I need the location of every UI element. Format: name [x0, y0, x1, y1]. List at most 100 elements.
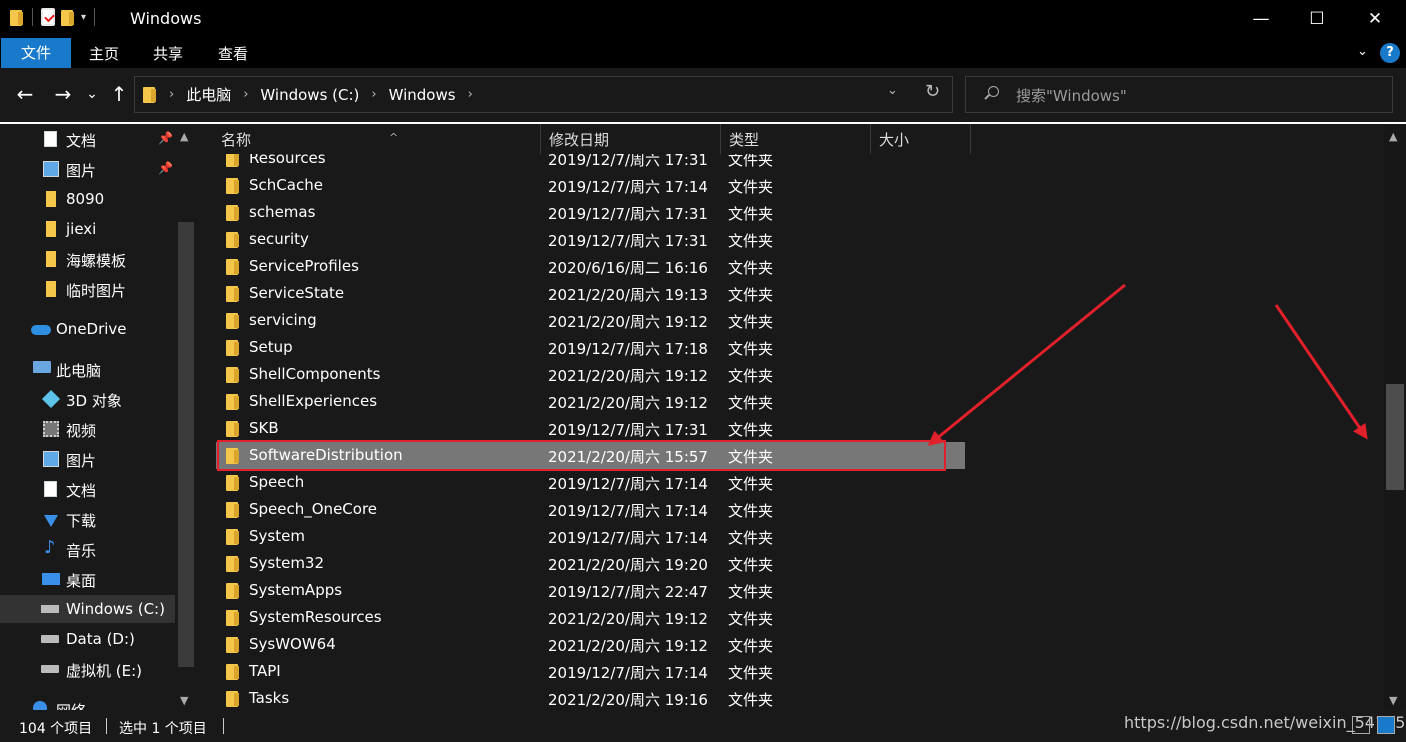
sidebar-item-desktop[interactable]: 桌面 [0, 565, 175, 593]
breadcrumb-separator[interactable]: › [243, 87, 248, 102]
file-name: TAPI [249, 662, 281, 680]
table-row[interactable]: TAPI 2019/12/7/周六 17:14 文件夹 [216, 658, 964, 685]
close-button[interactable]: ✕ [1346, 0, 1404, 38]
column-header-date[interactable]: 修改日期 [541, 124, 721, 154]
sidebar-item-this-pc[interactable]: 此电脑 [0, 355, 175, 383]
folder-icon [46, 251, 56, 267]
toolbar-divider [32, 8, 33, 26]
table-row[interactable]: Tasks 2021/2/20/周六 19:16 文件夹 [216, 685, 964, 710]
tab-file[interactable]: 文件 [1, 38, 71, 68]
sidebar-item-documents-pinned[interactable]: 文档 📌 [0, 125, 175, 153]
file-name: SysWOW64 [249, 635, 336, 653]
sidebar-item-documents[interactable]: 文档 [0, 475, 175, 503]
table-row[interactable]: Speech_OneCore 2019/12/7/周六 17:14 文件夹 [216, 496, 964, 523]
up-button[interactable]: ↑ [106, 80, 132, 108]
breadcrumb-separator[interactable]: › [468, 87, 473, 102]
table-row[interactable]: ShellComponents 2021/2/20/周六 19:12 文件夹 [216, 361, 964, 388]
breadcrumb-drive-c[interactable]: Windows (C:) [260, 86, 359, 104]
sidebar-item-label: 3D 对象 [66, 392, 122, 410]
sidebar-item-conch-templates[interactable]: 海螺模板 [0, 245, 175, 273]
table-row[interactable]: ServiceState 2021/2/20/周六 19:13 文件夹 [216, 280, 964, 307]
sidebar-item-8090[interactable]: 8090 [0, 185, 175, 213]
tab-view[interactable]: 查看 [215, 41, 251, 67]
details-view-icon[interactable] [1352, 716, 1370, 734]
address-bar[interactable]: › 此电脑 › Windows (C:) › Windows › ⌄ ↻ [134, 76, 953, 113]
table-row[interactable]: security 2019/12/7/周六 17:31 文件夹 [216, 226, 964, 253]
sidebar-item-drive-c[interactable]: Windows (C:) [0, 595, 175, 623]
search-icon [984, 86, 999, 100]
breadcrumb-separator[interactable]: › [371, 87, 376, 102]
customize-toolbar-dropdown-icon[interactable]: ▾ [81, 12, 86, 23]
table-row[interactable]: SystemResources 2021/2/20/周六 19:12 文件夹 [216, 604, 964, 631]
tab-home[interactable]: 主页 [86, 41, 122, 67]
search-input[interactable]: 搜索"Windows" [1016, 85, 1127, 106]
new-folder-icon[interactable] [61, 9, 75, 26]
file-type: 文件夹 [728, 178, 774, 196]
breadcrumb-this-pc[interactable]: 此电脑 [186, 84, 231, 105]
table-row[interactable]: servicing 2021/2/20/周六 19:12 文件夹 [216, 307, 964, 334]
scroll-down-icon[interactable]: ▼ [180, 694, 188, 707]
sidebar-scrollbar-thumb[interactable] [178, 222, 194, 667]
folder-icon [226, 258, 240, 275]
sidebar-item-pictures[interactable]: 图片 [0, 445, 175, 473]
recent-locations-dropdown[interactable]: ⌄ [82, 80, 102, 108]
pin-icon[interactable]: 📌 [158, 131, 173, 145]
table-row[interactable]: ServiceProfiles 2020/6/16/周二 16:16 文件夹 [216, 253, 964, 280]
refresh-icon[interactable]: ↻ [925, 81, 940, 102]
sidebar-item-3d-objects[interactable]: 3D 对象 [0, 385, 175, 413]
file-modified-date: 2019/12/7/周六 17:14 [548, 664, 708, 682]
sidebar-item-onedrive[interactable]: OneDrive [0, 315, 175, 343]
expand-ribbon-icon[interactable]: ⌄ [1357, 44, 1373, 60]
table-row[interactable]: SysWOW64 2021/2/20/周六 19:12 文件夹 [216, 631, 964, 658]
scroll-up-icon[interactable]: ▲ [180, 130, 188, 143]
sidebar-item-music[interactable]: ♪ 音乐 [0, 535, 175, 563]
minimize-button[interactable]: — [1232, 0, 1290, 38]
file-list-scrollbar-thumb[interactable] [1386, 384, 1404, 490]
table-row[interactable]: Speech 2019/12/7/周六 17:14 文件夹 [216, 469, 964, 496]
table-row[interactable]: SystemApps 2019/12/7/周六 22:47 文件夹 [216, 577, 964, 604]
forward-button[interactable]: → [50, 80, 76, 108]
sidebar-item-downloads[interactable]: 下载 [0, 505, 175, 533]
onedrive-icon [31, 325, 51, 335]
help-icon[interactable]: ? [1380, 43, 1400, 63]
large-icons-view-icon[interactable] [1377, 716, 1395, 734]
sidebar-item-videos[interactable]: 视频 [0, 415, 175, 443]
sidebar-item-jiexi[interactable]: jiexi [0, 215, 175, 243]
drive-icon [41, 635, 59, 643]
back-button[interactable]: ← [12, 80, 38, 108]
sidebar-item-label: 网络 [56, 700, 86, 710]
file-type: 文件夹 [728, 691, 774, 709]
window-title: Windows [130, 9, 202, 28]
maximize-button[interactable]: ☐ [1288, 0, 1346, 38]
column-header-name[interactable]: 名称 ^ [213, 124, 541, 154]
table-row[interactable]: System32 2021/2/20/周六 19:20 文件夹 [216, 550, 964, 577]
pin-icon[interactable]: 📌 [158, 161, 173, 175]
scroll-up-icon[interactable]: ▲ [1389, 130, 1397, 143]
sidebar-item-drive-d[interactable]: Data (D:) [0, 625, 175, 653]
breadcrumb-separator[interactable]: › [169, 87, 174, 102]
sidebar-item-temp-pictures[interactable]: 临时图片 [0, 275, 175, 303]
search-box[interactable]: 搜索"Windows" [965, 76, 1393, 113]
tab-share[interactable]: 共享 [150, 41, 186, 67]
table-row[interactable]: ShellExperiences 2021/2/20/周六 19:12 文件夹 [216, 388, 964, 415]
scroll-down-icon[interactable]: ▼ [1389, 694, 1397, 707]
sidebar-item-label: 文档 [66, 132, 97, 150]
folder-icon [226, 231, 240, 248]
table-row[interactable]: schemas 2019/12/7/周六 17:31 文件夹 [216, 199, 964, 226]
table-row[interactable]: System 2019/12/7/周六 17:14 文件夹 [216, 523, 964, 550]
properties-icon[interactable] [41, 8, 55, 26]
download-icon [44, 515, 58, 527]
table-row[interactable]: SchCache 2019/12/7/周六 17:14 文件夹 [216, 172, 964, 199]
address-history-chevron-icon[interactable]: ⌄ [887, 83, 898, 98]
column-header-type[interactable]: 类型 [721, 124, 871, 154]
document-icon [44, 131, 57, 147]
table-row[interactable]: Setup 2019/12/7/周六 17:18 文件夹 [216, 334, 964, 361]
sidebar-item-pictures-pinned[interactable]: 图片 📌 [0, 155, 175, 183]
breadcrumb-windows[interactable]: Windows [389, 86, 456, 104]
sidebar-item-drive-e[interactable]: 虚拟机 (E:) [0, 655, 175, 683]
column-header-size[interactable]: 大小 [871, 124, 971, 154]
folder-icon [226, 312, 240, 329]
table-row[interactable]: SKB 2019/12/7/周六 17:31 文件夹 [216, 415, 964, 442]
sidebar-item-network[interactable]: 网络 [0, 695, 175, 710]
quick-access-toolbar: ▾ [10, 8, 97, 26]
